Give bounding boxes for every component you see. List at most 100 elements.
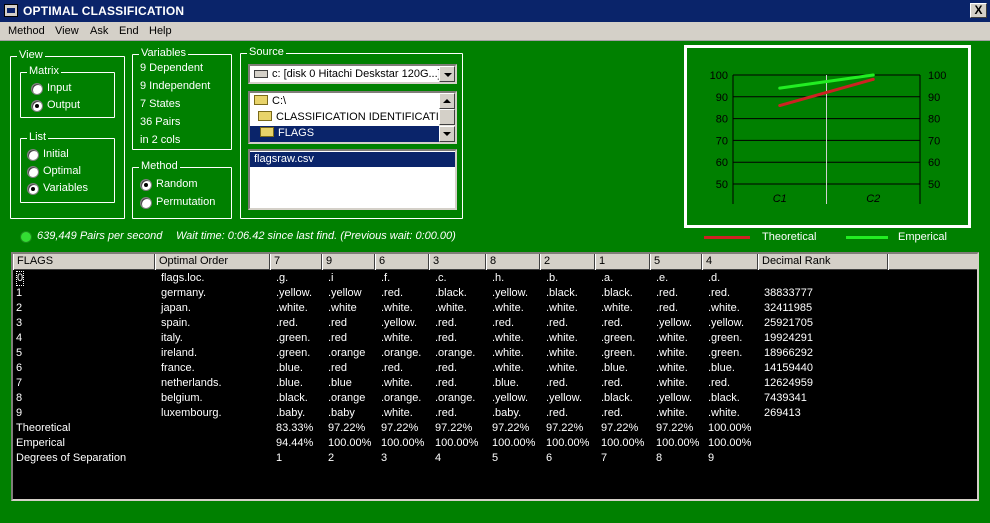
table-row[interactable]: 7 netherlands. .blue. .blue .white. .red. .blu…: [13, 376, 977, 391]
list-optimal-label: Optimal: [43, 165, 81, 177]
grid-column-header[interactable]: 8: [486, 254, 540, 270]
menu-end[interactable]: End: [119, 25, 139, 37]
method-random-radio[interactable]: [140, 179, 152, 191]
table-row[interactable]: 6 france. .blue. .red .red. .red. .white. .whit…: [13, 361, 977, 376]
list-variables-label: Variables: [43, 182, 89, 194]
file-list[interactable]: flagsraw.csv: [248, 149, 457, 210]
table-cell: .f.: [381, 272, 391, 284]
scroll-up-icon[interactable]: [439, 93, 455, 109]
scroll-down-icon[interactable]: [439, 126, 455, 142]
table-row[interactable]: 5 ireland. .green. .orange .orange. .orange..…: [13, 346, 977, 361]
grid-column-header[interactable]: Decimal Rank: [758, 254, 888, 270]
method-permutation-radio[interactable]: [140, 197, 152, 209]
table-cell: 5: [16, 347, 23, 359]
table-row[interactable]: 8 belgium. .black. .orange .orange. .orange..…: [13, 391, 977, 406]
results-grid[interactable]: FLAGS Optimal Order 7 9 6 3 8 2 1 5 4 Decimal Rank …: [11, 252, 979, 501]
variables-pairs: 36 Pairs: [140, 116, 181, 128]
variables-states: 7 States: [140, 98, 181, 110]
table-cell: 97.22%: [546, 422, 584, 434]
table-row[interactable]: Emperical 94.44% 100.00% 100.00% 100.00% 100.…: [13, 436, 977, 451]
folder-scrollbar[interactable]: [439, 93, 455, 142]
table-cell: .g.: [276, 272, 289, 284]
table-row[interactable]: 0 flags.loc. .g. .i .f. .c. .h. .b. .a. .e. .d.: [13, 271, 977, 286]
grid-column-header[interactable]: Optimal Order: [155, 254, 270, 270]
table-cell: .white.: [656, 362, 688, 374]
table-cell: .red.: [546, 317, 569, 329]
scroll-thumb[interactable]: [439, 109, 455, 125]
list-variables-radio[interactable]: [27, 183, 39, 195]
status-rate: 639,449 Pairs per second: [37, 230, 163, 242]
grid-column-header[interactable]: 4: [702, 254, 758, 270]
table-cell: .red.: [546, 377, 569, 389]
table-cell: 100.00%: [381, 437, 425, 449]
list-initial-radio[interactable]: [27, 149, 39, 161]
app-icon: [4, 4, 18, 17]
folder-list[interactable]: C:\ CLASSIFICATION IDENTIFICATION FLAGS: [248, 91, 457, 144]
table-cell: .white.: [492, 347, 524, 359]
close-button[interactable]: X: [970, 3, 987, 18]
table-cell: .white.: [492, 302, 524, 314]
table-cell: .black.: [601, 287, 633, 299]
status-wait: Wait time: 0:06.42 since last find. (Pre…: [176, 230, 456, 242]
folder-item-selected[interactable]: FLAGS: [250, 126, 441, 142]
table-row[interactable]: Degrees of Separation 1 2 3 4 5 6 7 8 9: [13, 451, 977, 466]
menu-method[interactable]: Method: [8, 25, 45, 37]
table-row[interactable]: 9 luxembourg. .baby. .baby .white. .red. .baby…: [13, 406, 977, 421]
folder-item[interactable]: CLASSIFICATION IDENTIFICATION: [258, 111, 455, 123]
chevron-down-icon[interactable]: [439, 66, 455, 82]
matrix-input-radio[interactable]: [31, 83, 43, 95]
grid-column-header[interactable]: FLAGS: [13, 254, 155, 270]
table-cell: 83.33%: [276, 422, 314, 434]
table-cell: 19924291: [764, 332, 813, 344]
table-cell: 97.22%: [656, 422, 694, 434]
table-cell: 100.00%: [601, 437, 645, 449]
menu-ask[interactable]: Ask: [90, 25, 108, 37]
table-cell: 6: [16, 362, 23, 374]
table-cell: 97.22%: [601, 422, 639, 434]
table-cell: .yellow.: [492, 392, 529, 404]
menu-bar: Method View Ask End Help: [0, 22, 990, 41]
table-cell: .white.: [381, 407, 413, 419]
table-row[interactable]: 1 germany. .yellow. .yellow .red. .black. .yel…: [13, 286, 977, 301]
table-cell: .red.: [435, 332, 458, 344]
table-cell: .yellow.: [276, 287, 313, 299]
table-cell: .d.: [708, 272, 721, 284]
grid-column-header[interactable]: 7: [270, 254, 322, 270]
grid-column-header[interactable]: 1: [595, 254, 650, 270]
list-optimal-radio[interactable]: [27, 166, 39, 178]
grid-column-header[interactable]: 2: [540, 254, 595, 270]
table-cell: .red.: [708, 287, 731, 299]
table-row[interactable]: Theoretical 83.33% 97.22% 97.22% 97.22% 97.22…: [13, 421, 977, 436]
grid-column-header[interactable]: 9: [322, 254, 375, 270]
table-cell: .white.: [656, 347, 688, 359]
table-cell: .orange.: [435, 392, 476, 404]
folder-item[interactable]: C:\: [254, 95, 286, 107]
table-cell: 2: [328, 452, 335, 464]
table-cell: .yellow.: [492, 287, 529, 299]
drive-select[interactable]: c: [disk 0 Hitachi Deskstar 120G...]: [248, 64, 457, 84]
grid-column-header[interactable]: 3: [429, 254, 486, 270]
menu-view[interactable]: View: [55, 25, 79, 37]
table-cell: .i: [328, 272, 334, 284]
grid-column-header[interactable]: 6: [375, 254, 429, 270]
table-row[interactable]: 4 italy. .green. .red .white. .red. .white. .wh…: [13, 331, 977, 346]
table-cell: 2: [16, 302, 23, 314]
table-cell: .orange.: [381, 347, 422, 359]
table-cell: .red.: [435, 407, 458, 419]
file-item-selected[interactable]: flagsraw.csv: [250, 152, 455, 167]
table-cell: .yellow.: [381, 317, 418, 329]
table-cell: 100.00%: [492, 437, 536, 449]
table-cell: spain.: [161, 317, 191, 329]
table-row[interactable]: 2 japan. .white. .white .white. .white. .white…: [13, 301, 977, 316]
menu-help[interactable]: Help: [149, 25, 172, 37]
table-cell: luxembourg.: [161, 407, 222, 419]
method-group-label: Method: [139, 160, 180, 173]
table-cell: .red.: [601, 377, 624, 389]
matrix-output-radio[interactable]: [31, 100, 43, 112]
table-row[interactable]: 3 spain. .red. .red .yellow. .red. .red. .red..…: [13, 316, 977, 331]
table-cell: 1: [16, 287, 23, 299]
grid-column-header[interactable]: 5: [650, 254, 702, 270]
table-cell: .white.: [546, 332, 578, 344]
table-cell: .orange: [328, 347, 366, 359]
drive-select-value: c: [disk 0 Hitachi Deskstar 120G...]: [272, 68, 440, 80]
